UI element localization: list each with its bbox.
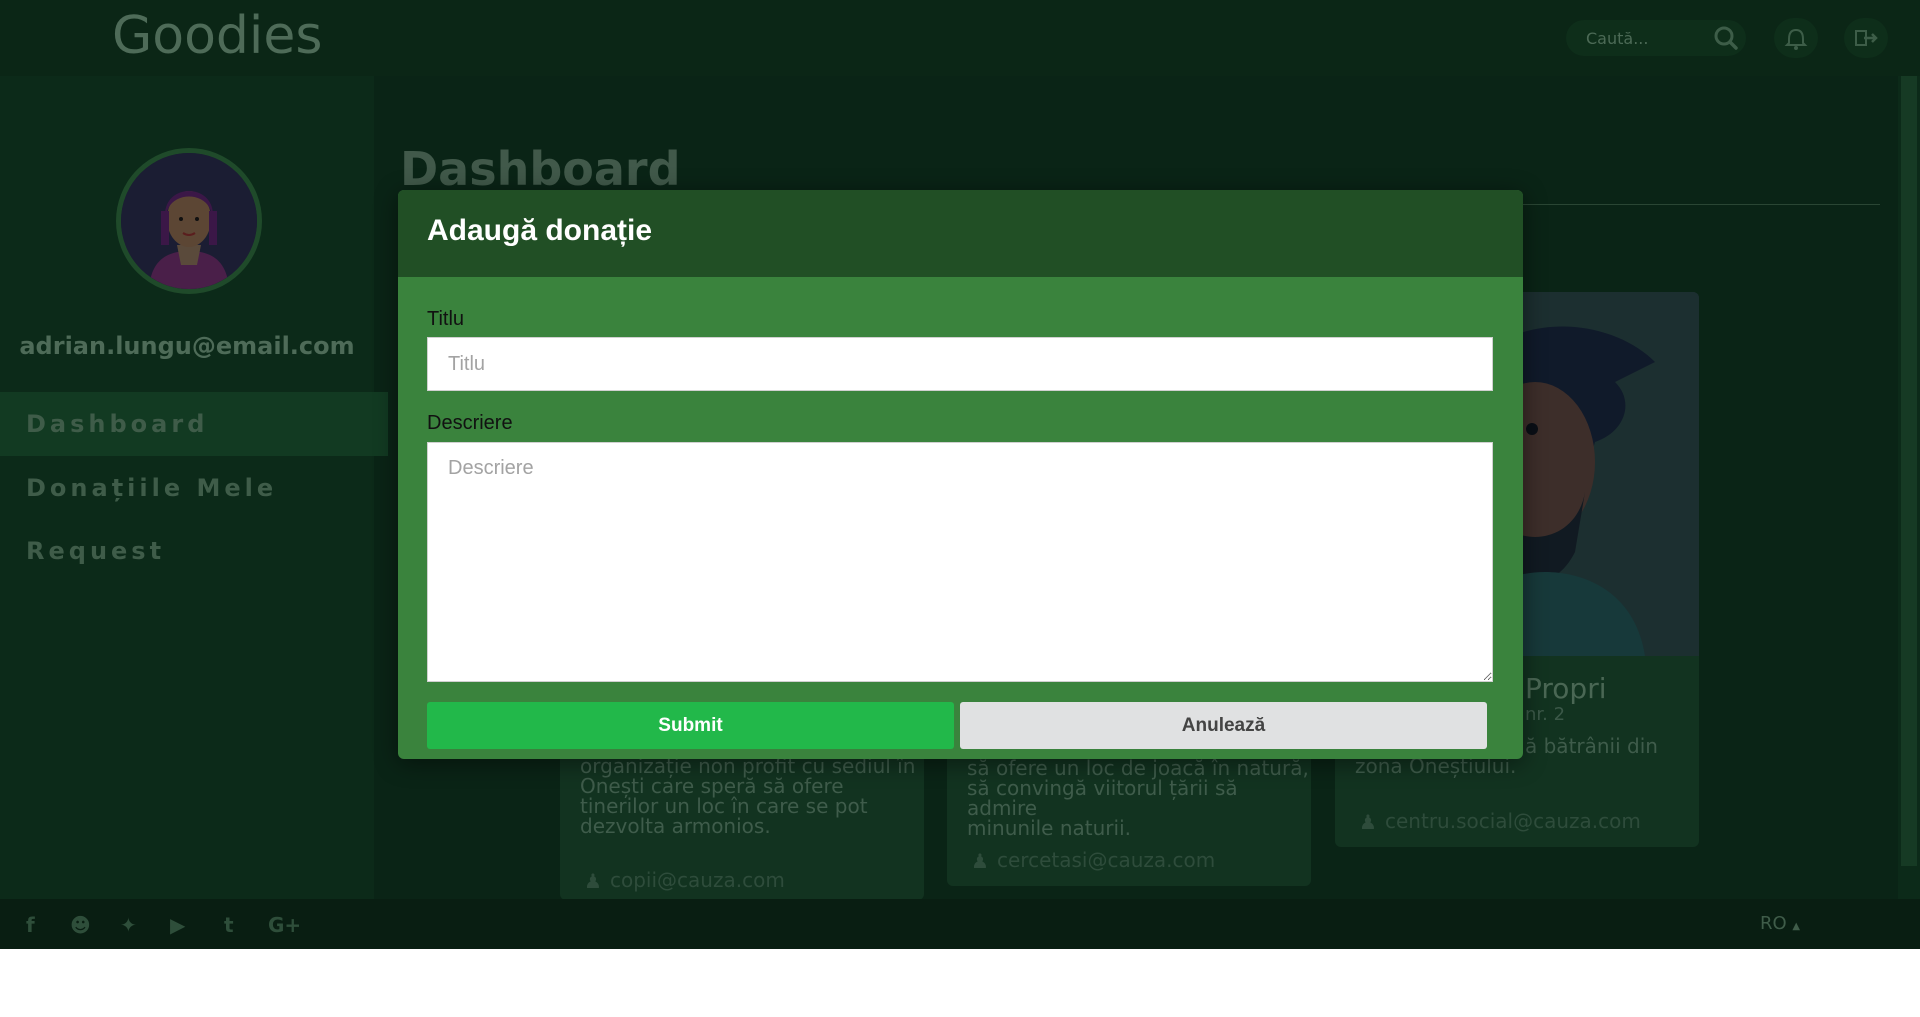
search-input[interactable] (1584, 28, 1698, 49)
user-email: adrian.lungu@email.com (19, 332, 355, 360)
language-selector[interactable]: RO ▲ (1760, 913, 1800, 934)
github-icon[interactable]: ☻ (70, 913, 91, 937)
sidebar-item-dashboard[interactable]: Dashboard (0, 392, 388, 456)
tumblr-icon[interactable]: t (224, 913, 234, 937)
caret-up-icon: ▲ (1792, 921, 1801, 932)
google-plus-icon[interactable]: G+ (268, 913, 301, 937)
avatar-illustration (121, 153, 257, 289)
search-icon (1714, 26, 1738, 50)
submit-button[interactable]: Submit (427, 702, 954, 749)
language-label: RO (1760, 913, 1787, 934)
card-subtitle: nr. 2 (1525, 704, 1566, 725)
card-description-line: zona Oneștiului. (1355, 754, 1517, 778)
modal-title: Adaugă donație (427, 214, 653, 247)
card-email: cercetasi@cauza.com (997, 848, 1216, 872)
card-description-line: dezvolta armonios. (580, 814, 771, 838)
card-description-line: minunile naturii. (967, 816, 1131, 840)
logout-icon (1855, 30, 1878, 46)
card-description-line: tinerilor un loc în care se pot (580, 794, 868, 818)
avatar[interactable] (116, 148, 262, 294)
search-button[interactable] (1706, 20, 1746, 56)
card-user-icon: ♟ (971, 849, 989, 873)
card-description-line: să ofere un loc de joacă în natură, (967, 756, 1309, 780)
sidebar-item-request[interactable]: Request (0, 519, 388, 583)
bell-icon (1784, 28, 1808, 50)
card-user-icon: ♟ (584, 869, 602, 893)
add-donation-modal: Adaugă donație Titlu Descriere Submit An… (398, 190, 1523, 759)
logout-button[interactable] (1844, 18, 1888, 58)
title-field-label: Titlu (427, 308, 465, 330)
facebook-icon[interactable]: f (26, 913, 35, 937)
twitter-icon[interactable]: ✦ (120, 913, 137, 937)
footer: f ☻ ✦ ▶ t G+ RO ▲ (0, 899, 1920, 949)
page-title: Dashboard (400, 142, 681, 196)
notifications-button[interactable] (1774, 18, 1818, 58)
card-description: organizație non profit cu sediul în Oneș… (580, 756, 915, 836)
sidebar: adrian.lungu@email.com Dashboard Donații… (0, 76, 388, 899)
app-logo[interactable]: Goodies (112, 6, 322, 66)
card-email: centru.social@cauza.com (1385, 809, 1641, 833)
card-user-icon: ♟ (1359, 810, 1377, 834)
youtube-icon[interactable]: ▶ (170, 913, 185, 937)
page-scrollbar[interactable] (1898, 76, 1920, 899)
title-input[interactable] (427, 337, 1493, 391)
card-email: copii@cauza.com (610, 868, 785, 892)
top-navbar: Goodies (0, 0, 1920, 76)
card-description: să ofere un loc de joacă în natură, să c… (967, 758, 1311, 838)
description-field-label: Descriere (427, 412, 513, 434)
scrollbar-thumb[interactable] (1901, 76, 1917, 866)
description-textarea[interactable] (427, 442, 1493, 682)
card-title: Propri (1525, 672, 1607, 705)
card-description-line: să convingă viitorul țării să admire (967, 776, 1238, 820)
card-description-line: organizație non profit cu sediul în (580, 754, 916, 778)
card-description-line: Onești care speră să ofere (580, 774, 844, 798)
modal-header: Adaugă donație (398, 190, 1523, 277)
cancel-button[interactable]: Anulează (960, 702, 1487, 749)
sidebar-item-donatiile-mele[interactable]: Donațiile Mele (0, 456, 388, 520)
